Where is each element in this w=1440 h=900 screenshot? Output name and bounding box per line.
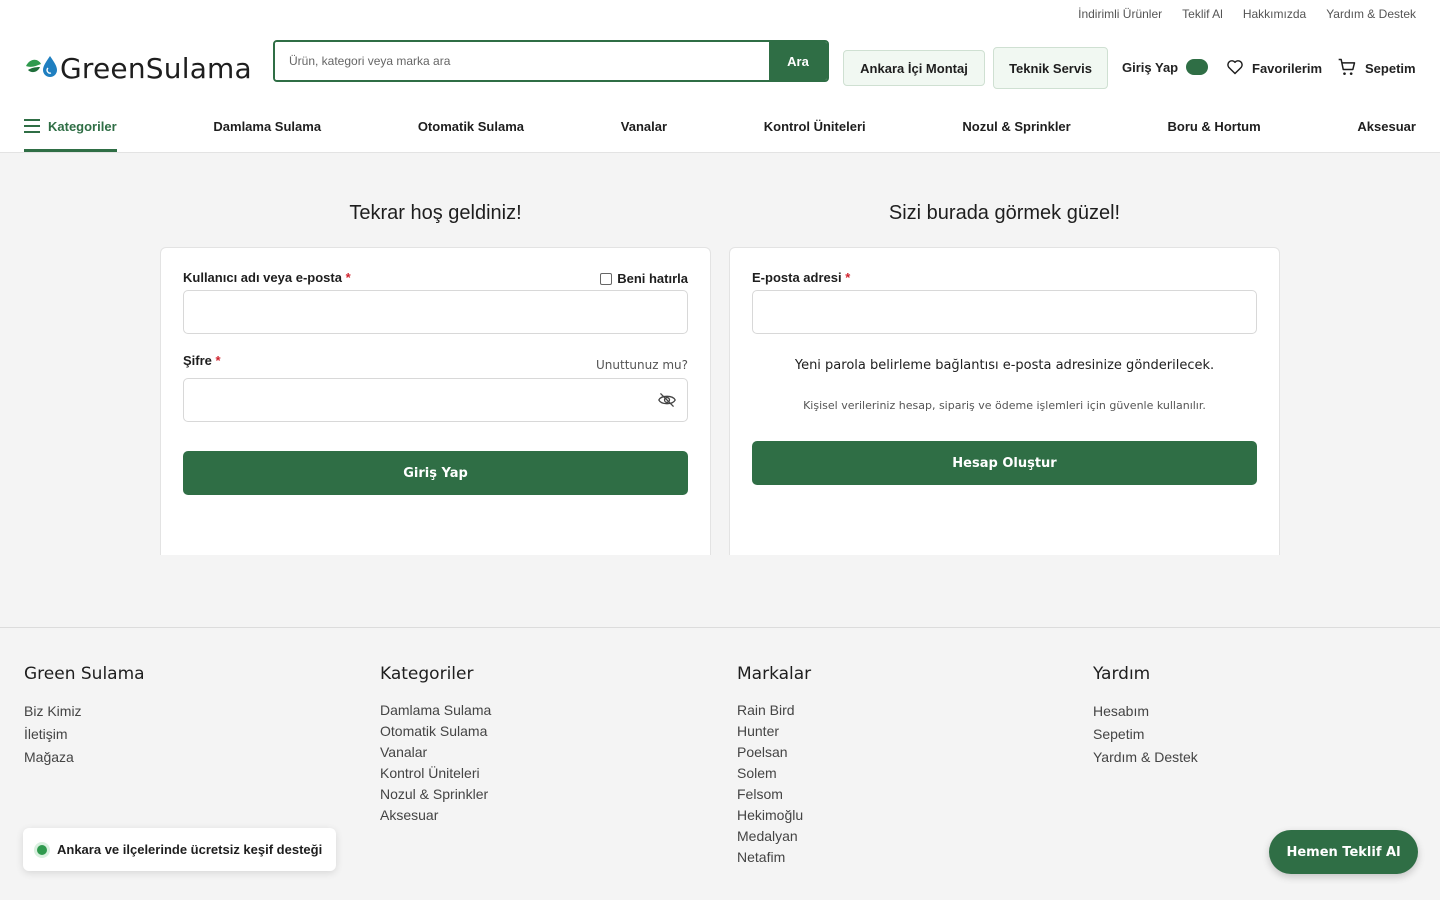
footer-link[interactable]: Rain Bird [737,702,795,718]
footer-column-company: Green Sulama Biz Kimiz İletişim Mağaza [24,664,145,769]
free-discovery-toast: Ankara ve ilçelerinde ücretsiz keşif des… [23,828,336,871]
ankara-montaj-button[interactable]: Ankara İçi Montaj [843,50,985,86]
nav-item-nozzle-sprinkler[interactable]: Nozul & Sprinkler [962,100,1070,152]
footer-link[interactable]: Damlama Sulama [380,702,491,718]
heart-icon [1226,59,1244,78]
login-heading: Tekrar hoş geldiniz! [349,202,522,224]
register-card: E-posta adresi * Yeni parola belirleme b… [729,247,1280,555]
footer-column-categories: Kategoriler Damlama Sulama Otomatik Sula… [380,664,491,826]
topbar-link-discounts[interactable]: İndirimli Ürünler [1078,7,1162,21]
footer-link[interactable]: İletişim [24,726,68,742]
remember-me-checkbox[interactable] [600,272,613,285]
site-header: GreenSulama Ara Ankara İçi Montaj Teknik… [0,28,1440,100]
login-card: Kullanıcı adı veya e-posta * Beni hatırl… [160,247,711,555]
nav-item-drip-irrigation[interactable]: Damlama Sulama [213,100,321,152]
email-label: E-posta adresi * [752,270,851,285]
password-label: Şifre * [183,353,221,368]
footer-link[interactable]: Vanalar [380,744,427,760]
footer-link[interactable]: Poelsan [737,744,788,760]
footer-column-brands: Markalar Rain Bird Hunter Poelsan Solem … [737,664,811,868]
footer-link[interactable]: Nozul & Sprinkler [380,786,488,802]
footer-link[interactable]: Solem [737,765,777,781]
status-dot-icon [37,844,47,855]
email-field[interactable] [752,290,1257,334]
get-quote-button[interactable]: Hemen Teklif Al [1269,830,1418,874]
login-submit-button[interactable]: Giriş Yap [183,451,688,495]
nav-item-accessories[interactable]: Aksesuar [1357,100,1416,152]
footer-link[interactable]: Aksesuar [380,807,438,823]
forgot-password-link[interactable]: Unuttunuz mu? [596,358,688,372]
nav-item-categories[interactable]: Kategoriler [24,100,117,152]
cart-link[interactable]: Sepetim [1337,57,1416,80]
top-utility-bar: İndirimli Ürünler Teklif Al Hakkımızda Y… [0,0,1440,28]
footer-link[interactable]: Mağaza [24,749,74,765]
cart-icon [1337,57,1357,80]
footer-link[interactable]: Hesabım [1093,703,1149,719]
nav-item-valves[interactable]: Vanalar [621,100,667,152]
footer-link[interactable]: Otomatik Sulama [380,723,487,739]
reset-link-info-text: Yeni parola belirleme bağlantısı e-posta… [794,358,1215,373]
username-field[interactable] [183,290,688,334]
footer-link[interactable]: Yardım & Destek [1093,749,1198,765]
login-link[interactable]: Giriş Yap [1122,59,1209,75]
password-field[interactable] [183,378,688,422]
username-label: Kullanıcı adı veya e-posta * [183,270,351,285]
footer-link[interactable]: Hunter [737,723,779,739]
footer-link[interactable]: Medalyan [737,828,798,844]
search-input[interactable] [275,42,769,80]
footer-column-title: Kategoriler [380,664,474,684]
required-mark: * [845,270,851,285]
footer-link[interactable]: Hekimoğlu [737,807,803,823]
required-mark: * [345,270,351,285]
login-link-label: Giriş Yap [1122,59,1179,75]
logo-text: GreenSulama [60,52,252,85]
favorites-link[interactable]: Favorilerim [1226,59,1322,78]
remember-me[interactable]: Beni hatırla [600,271,688,286]
account-toggle-icon [1186,59,1209,75]
privacy-info-text: Kişisel verileriniz hesap, sipariş ve öd… [803,399,1206,412]
footer-link[interactable]: Netafim [737,849,785,865]
toast-text: Ankara ve ilçelerinde ücretsiz keşif des… [57,842,323,857]
remember-me-label: Beni hatırla [617,271,688,286]
footer-link[interactable]: Sepetim [1093,726,1144,742]
leaf-drop-logo-icon [24,52,60,85]
hamburger-icon [24,119,40,133]
category-nav: Kategoriler Damlama Sulama Otomatik Sula… [0,100,1440,153]
footer-column-title: Yardım [1093,664,1151,684]
nav-item-categories-label: Kategoriler [48,118,117,134]
footer-column-help: Yardım Hesabım Sepetim Yardım & Destek [1093,664,1198,769]
footer-link[interactable]: Biz Kimiz [24,703,82,719]
footer-column-title: Green Sulama [24,664,145,684]
nav-item-automatic-irrigation[interactable]: Otomatik Sulama [418,100,524,152]
create-account-button[interactable]: Hesap Oluştur [752,441,1257,485]
search-button[interactable]: Ara [769,42,827,80]
nav-item-pipe-hose[interactable]: Boru & Hortum [1167,100,1260,152]
cart-label: Sepetim [1365,61,1416,76]
footer-link[interactable]: Felsom [737,786,783,802]
favorites-label: Favorilerim [1252,61,1323,76]
site-logo[interactable]: GreenSulama [24,52,252,85]
footer-column-title: Markalar [737,664,812,684]
register-heading: Sizi burada görmek güzel! [888,202,1121,224]
technical-service-button[interactable]: Teknik Servis [993,47,1108,89]
topbar-link-about[interactable]: Hakkımızda [1243,7,1306,21]
topbar-link-quote[interactable]: Teklif Al [1182,7,1223,21]
topbar-link-help[interactable]: Yardım & Destek [1326,7,1416,21]
footer-link[interactable]: Kontrol Üniteleri [380,765,480,781]
required-mark: * [215,353,221,368]
nav-item-control-units[interactable]: Kontrol Üniteleri [764,100,866,152]
eye-off-icon[interactable] [657,391,677,414]
search-bar: Ara [273,40,829,82]
